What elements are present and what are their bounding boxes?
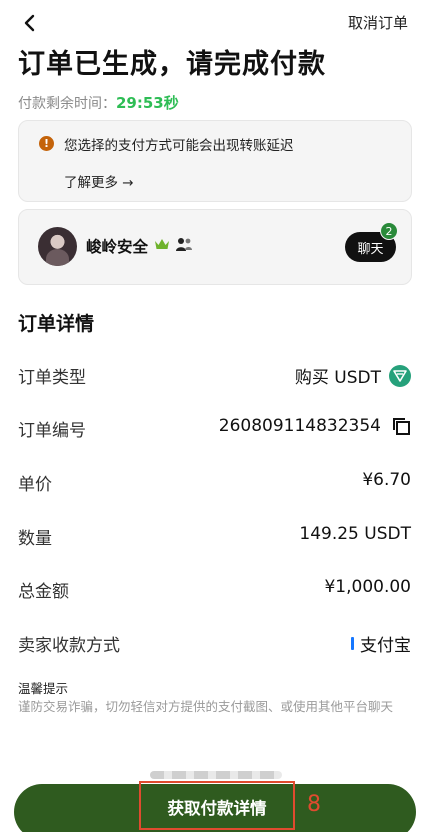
top-bar: 取消订单 (0, 0, 430, 44)
cancel-order-link[interactable]: 取消订单 (348, 12, 408, 33)
order-number-value: 260809114832354 (219, 416, 411, 436)
total-amount-value: ¥1,000.00 (324, 577, 411, 597)
seller-card: 峻岭安全 聊天 2 (18, 209, 412, 285)
payment-method-value: 支付宝 (351, 631, 411, 656)
timer-value: 29:53秒 (116, 94, 179, 112)
back-button[interactable] (16, 10, 42, 36)
learn-more-link[interactable]: 了解更多 → (64, 171, 134, 191)
delay-notice-card: ! 您选择的支付方式可能会出现转账延迟 了解更多 → (18, 120, 412, 202)
blurred-text (150, 771, 282, 779)
payment-method-label: 卖家收款方式 (18, 636, 120, 656)
get-payment-details-label[interactable]: 获取付款详情 (139, 795, 295, 819)
order-type-label: 订单类型 (18, 368, 86, 388)
quantity-value: 149.25 USDT (299, 524, 411, 544)
payment-method-text: 支付宝 (360, 636, 411, 656)
alipay-indicator-icon (351, 637, 354, 650)
annotation-marker: 8 (307, 792, 321, 817)
tips-body: 谨防交易诈骗，切勿轻信对方提供的支付截图、或使用其他平台聊天 (18, 699, 394, 714)
tether-usdt-icon (389, 364, 411, 387)
order-number-label: 订单编号 (18, 421, 86, 441)
warning-icon: ! (39, 136, 54, 151)
verified-merchant-icon (176, 238, 192, 251)
seller-name[interactable]: 峻岭安全 (86, 235, 148, 257)
order-type-value: 购买 USDT (295, 363, 411, 388)
order-number-text: 260809114832354 (218, 416, 381, 436)
order-type-text: 购买 USDT (294, 368, 381, 388)
unit-price-value: ¥6.70 (362, 470, 411, 490)
notice-text: 您选择的支付方式可能会出现转账延迟 (64, 138, 294, 154)
page-title: 订单已生成，请完成付款 (18, 49, 326, 80)
total-amount-label: 总金额 (18, 582, 69, 602)
payment-timer: 付款剩余时间：29:53秒 (18, 92, 179, 113)
chevron-left-icon (24, 14, 35, 32)
unread-badge: 2 (380, 222, 398, 240)
crown-icon (155, 239, 169, 249)
quantity-label: 数量 (18, 529, 52, 549)
tips-title: 温馨提示 (18, 681, 69, 696)
order-details-title: 订单详情 (18, 313, 95, 335)
unit-price-label: 单价 (18, 475, 52, 495)
copy-icon[interactable] (391, 416, 411, 436)
timer-label: 付款剩余时间： (18, 96, 116, 112)
avatar[interactable] (38, 227, 77, 266)
